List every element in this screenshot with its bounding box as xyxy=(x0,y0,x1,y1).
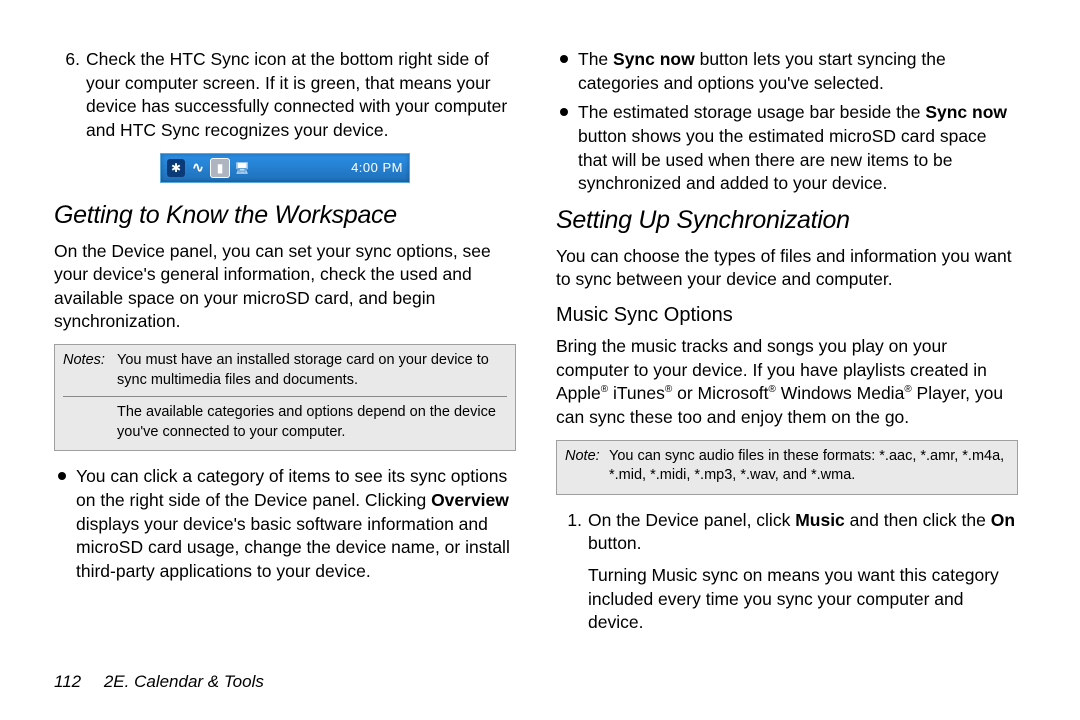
system-tray-image: ✱ ∿ ▮ 🖥 4:00 PM xyxy=(54,153,516,183)
music-paragraph: Bring the music tracks and songs you pla… xyxy=(556,335,1018,430)
notes-divider xyxy=(63,396,507,397)
step-1-body: On the Device panel, click Music and the… xyxy=(588,509,1018,635)
bluetooth-icon: ✱ xyxy=(167,159,185,177)
notes-text-1: You must have an installed storage card … xyxy=(117,351,507,390)
sync-now-label-2: Sync now xyxy=(925,102,1007,122)
reg-mark-icon: ® xyxy=(904,384,911,395)
sync-now-label-1: Sync now xyxy=(613,49,695,69)
pc-icon: 🖥 xyxy=(233,159,251,177)
music-label: Music xyxy=(795,510,845,530)
htc-sync-icon: ▮ xyxy=(211,159,229,177)
note-label: Note: xyxy=(565,447,609,486)
reg-mark-icon: ® xyxy=(769,384,776,395)
setup-paragraph: You can choose the types of files and in… xyxy=(556,245,1018,292)
sound-icon: ∿ xyxy=(189,159,207,177)
system-tray: ✱ ∿ ▮ 🖥 4:00 PM xyxy=(160,153,410,183)
tray-clock: 4:00 PM xyxy=(351,160,403,175)
page-footer: 112 2E. Calendar & Tools xyxy=(54,672,264,692)
notes-text-2: The available categories and options dep… xyxy=(117,403,507,442)
sync-overview-bullets: The Sync now button lets you start synci… xyxy=(556,48,1018,196)
right-column: The Sync now button lets you start synci… xyxy=(556,48,1018,708)
on-label: On xyxy=(991,510,1015,530)
list-item: You can click a category of items to see… xyxy=(54,465,516,583)
step-6-text: Check the HTC Sync icon at the bottom ri… xyxy=(86,48,516,143)
section-title: 2E. Calendar & Tools xyxy=(104,672,264,691)
music-note-box: Note: You can sync audio files in these … xyxy=(556,440,1018,495)
notes-box: Notes: You must have an installed storag… xyxy=(54,344,516,451)
step-1-line-1: On the Device panel, click Music and the… xyxy=(588,509,1018,556)
left-column: 6. Check the HTC Sync icon at the bottom… xyxy=(54,48,516,708)
step-1-line-2: Turning Music sync on means you want thi… xyxy=(588,564,1018,635)
overview-label: Overview xyxy=(431,490,509,510)
workspace-paragraph: On the Device panel, you can set your sy… xyxy=(54,240,516,335)
heading-workspace: Getting to Know the Workspace xyxy=(54,201,516,230)
page-number: 112 xyxy=(54,672,81,691)
step-1-number: 1. xyxy=(556,509,588,635)
notes-label: Notes: xyxy=(63,351,117,390)
step-6: 6. Check the HTC Sync icon at the bottom… xyxy=(54,48,516,143)
workspace-bullets: You can click a category of items to see… xyxy=(54,465,516,583)
list-item: The estimated storage usage bar beside t… xyxy=(556,101,1018,196)
music-step-1: 1. On the Device panel, click Music and … xyxy=(556,509,1018,635)
page: 6. Check the HTC Sync icon at the bottom… xyxy=(0,0,1080,720)
note-text: You can sync audio files in these format… xyxy=(609,447,1009,486)
step-6-number: 6. xyxy=(54,48,86,143)
list-item: The Sync now button lets you start synci… xyxy=(556,48,1018,95)
heading-music-sync: Music Sync Options xyxy=(556,304,1018,327)
heading-setup-sync: Setting Up Synchronization xyxy=(556,206,1018,235)
